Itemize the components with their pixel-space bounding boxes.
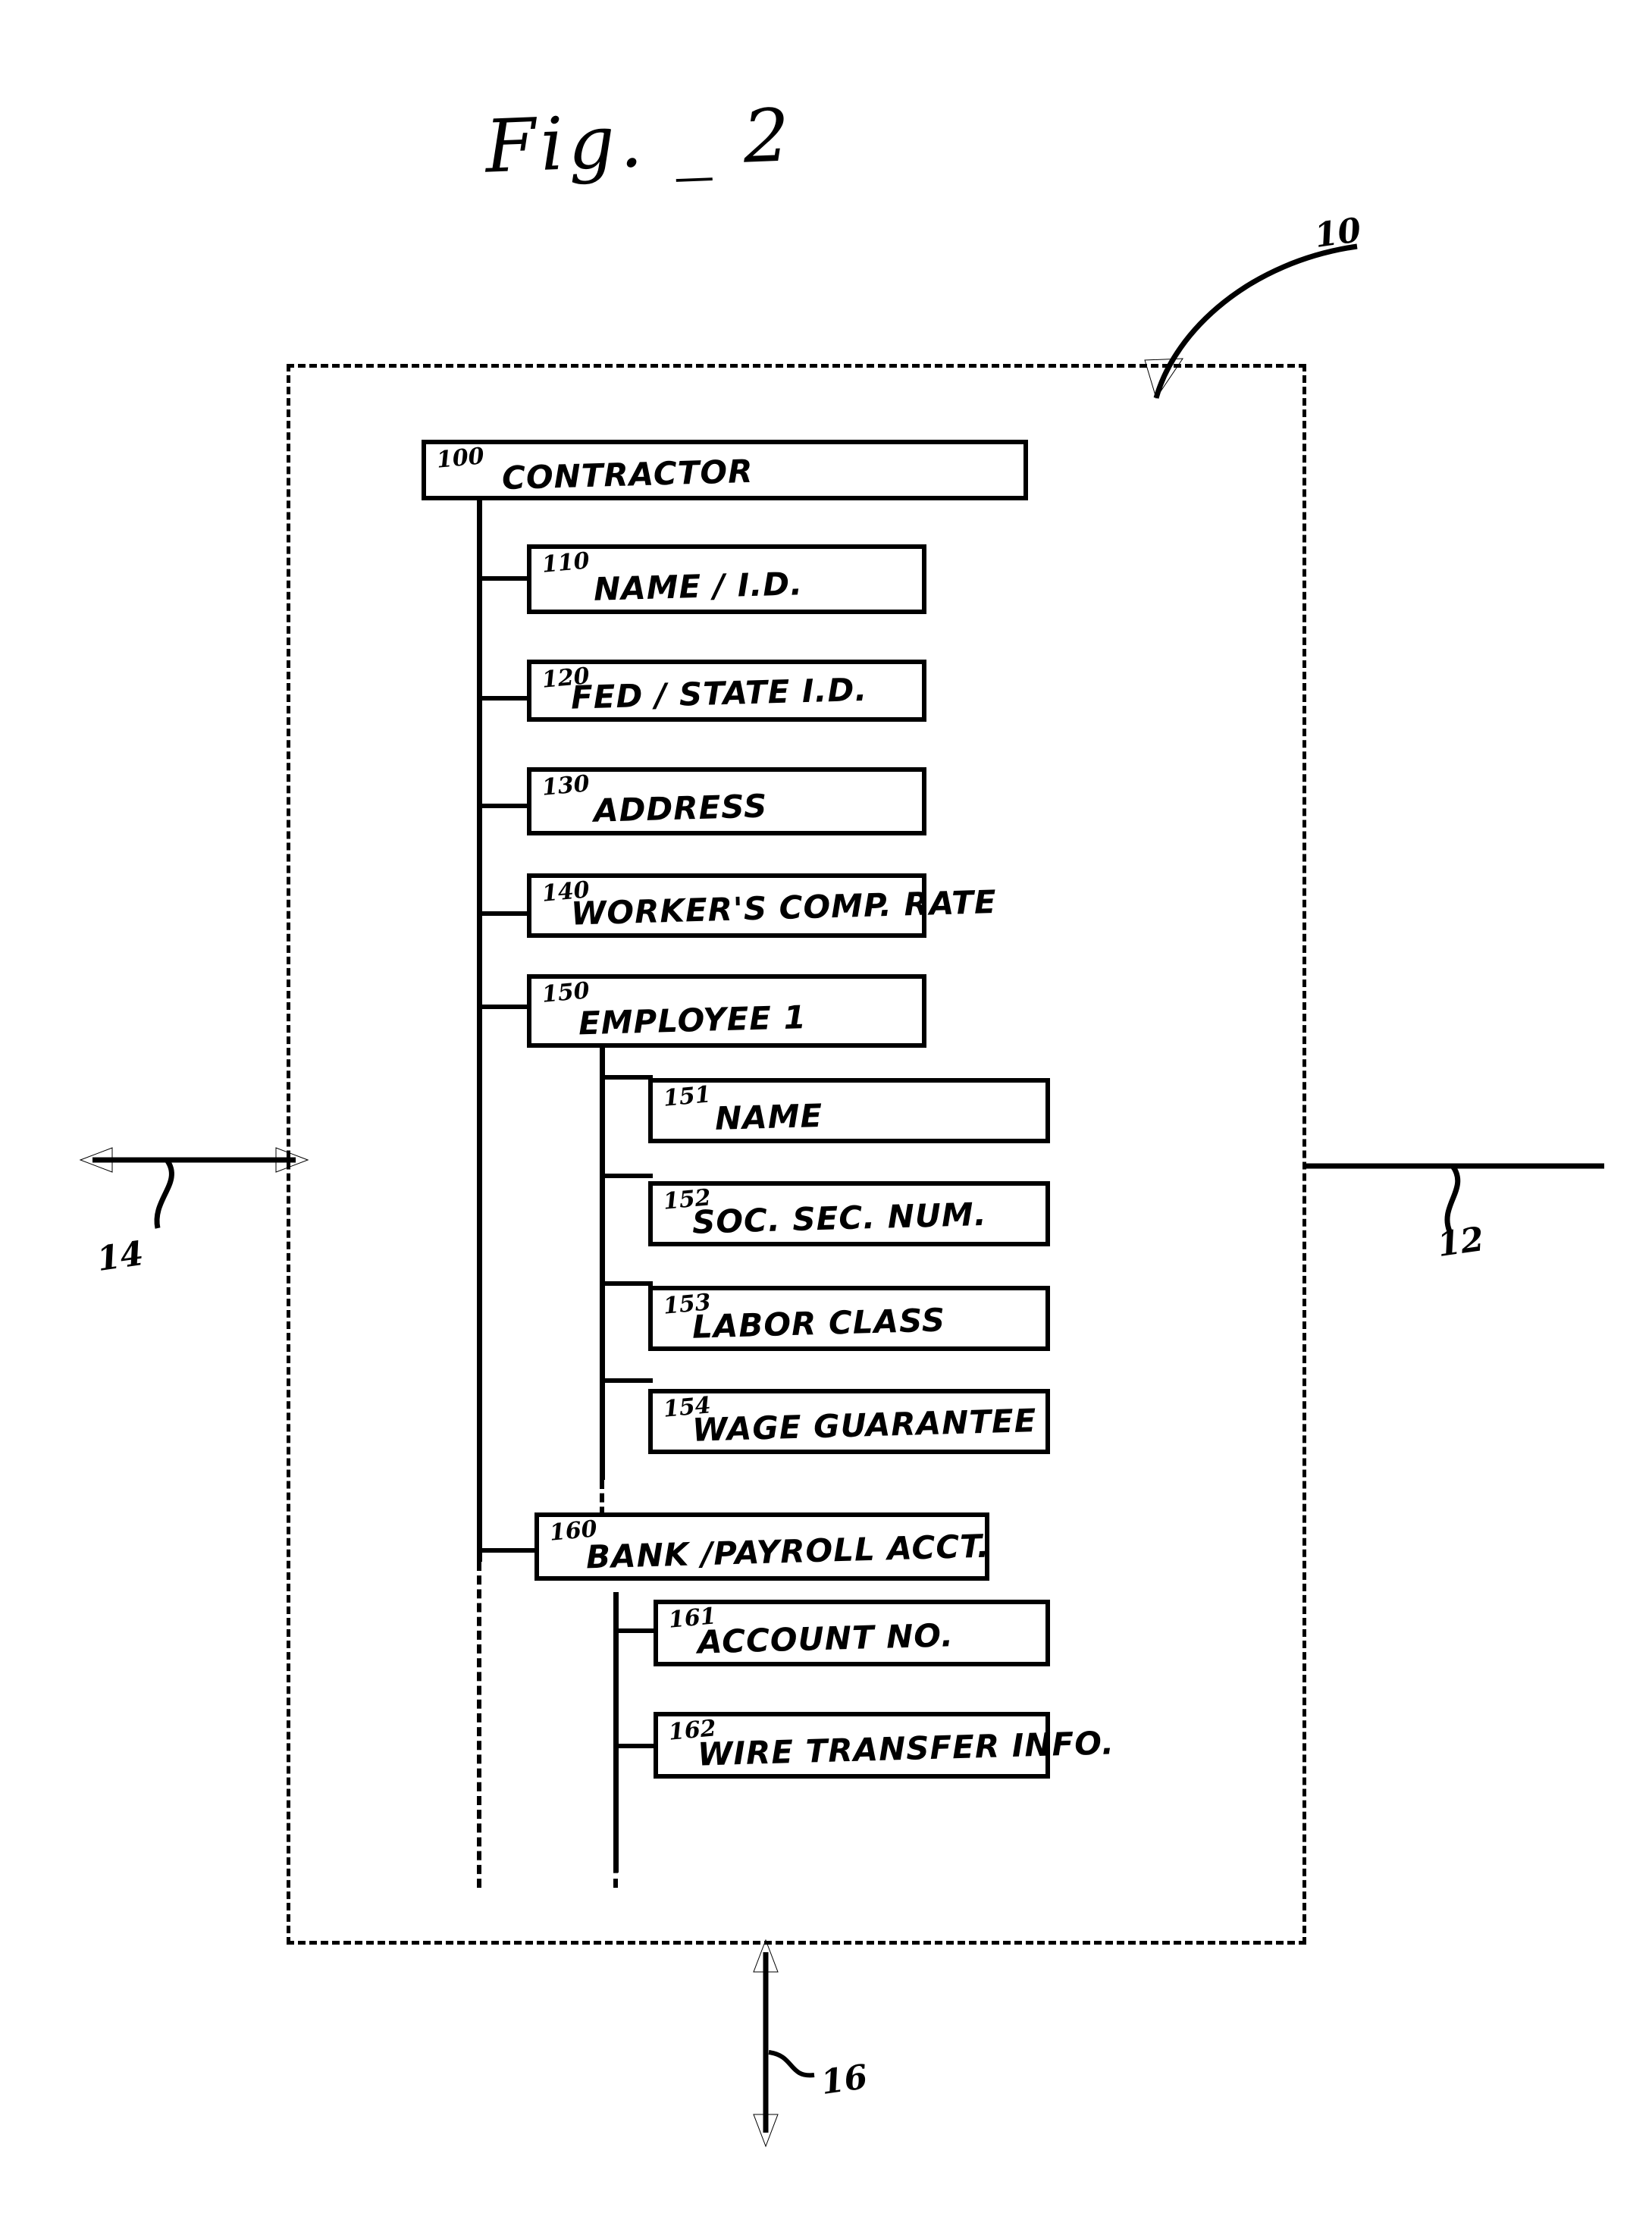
trunk-main-dashed-tail — [477, 1562, 486, 1888]
callout-10-number: 10 — [1312, 210, 1364, 256]
node-label-120: FED / STATE I.D. — [570, 670, 868, 716]
node-soc-sec-num[interactable]: 152 SOC. SEC. NUM. — [648, 1181, 1050, 1246]
callout-14-number: 14 — [94, 1233, 146, 1280]
node-label-154: WAGE GUARANTEE — [691, 1402, 1037, 1449]
node-label-162: WIRE TRANSFER INFO. — [697, 1724, 1115, 1773]
node-labor-class[interactable]: 153 LABOR CLASS — [648, 1286, 1050, 1351]
node-contractor[interactable]: 100 CONTRACTOR — [422, 440, 1028, 500]
node-wire-transfer-info[interactable]: 162 WIRE TRANSFER INFO. — [654, 1712, 1115, 1779]
branch-140 — [477, 911, 530, 916]
node-label-100: CONTRACTOR — [501, 452, 754, 497]
branch-161 — [613, 1628, 655, 1633]
node-label-161: ACCOUNT NO. — [697, 1616, 955, 1661]
branch-120 — [477, 696, 530, 701]
node-label-140: WORKER'S COMP. RATE — [570, 882, 998, 933]
node-label-160: BANK /PAYROLL ACCT. — [585, 1527, 991, 1576]
node-fed-state-id[interactable]: 120 FED / STATE I.D. — [527, 660, 926, 722]
node-label-153: LABOR CLASS — [691, 1301, 946, 1346]
branch-154 — [600, 1378, 653, 1383]
node-ref-110: 110 — [541, 547, 591, 578]
branch-162 — [613, 1744, 655, 1748]
node-account-no[interactable]: 161 ACCOUNT NO. — [654, 1600, 1050, 1666]
patent-figure-page: Fig. _ 2 10 12 14 16 100 CONTRACTOR 110 … — [0, 0, 1652, 2213]
node-employee-name[interactable]: 151 NAME — [648, 1078, 1050, 1143]
trunk-employee — [600, 1048, 605, 1480]
figure-title: Fig. _ 2 — [484, 92, 796, 190]
callout-16-number: 16 — [818, 2057, 870, 2103]
node-address[interactable]: 130 ADDRESS — [527, 767, 926, 835]
callout-12-number: 12 — [1434, 1219, 1487, 1265]
node-wage-guarantee[interactable]: 154 WAGE GUARANTEE — [648, 1389, 1050, 1454]
node-label-152: SOC. SEC. NUM. — [691, 1195, 988, 1241]
trunk-bank — [613, 1592, 619, 1873]
node-ref-150: 150 — [541, 977, 591, 1008]
node-workers-comp-rate[interactable]: 140 WORKER'S COMP. RATE — [527, 873, 998, 938]
callout-16-leader — [753, 1939, 815, 2148]
branch-130 — [477, 804, 530, 808]
branch-153 — [600, 1281, 653, 1286]
trunk-main — [477, 500, 482, 1562]
node-bank-payroll-acct[interactable]: 160 BANK /PAYROLL ACCT. — [534, 1512, 991, 1581]
branch-152 — [600, 1174, 653, 1178]
node-label-150: EMPLOYEE 1 — [578, 998, 807, 1042]
branch-160 — [477, 1548, 536, 1553]
branch-110 — [477, 576, 530, 581]
node-employee-1[interactable]: 150 EMPLOYEE 1 — [527, 974, 926, 1048]
node-name-id[interactable]: 110 NAME / I.D. — [527, 544, 926, 614]
branch-150 — [477, 1005, 530, 1009]
branch-151 — [600, 1075, 653, 1080]
trunk-bank-dashed-tail — [613, 1835, 622, 1888]
